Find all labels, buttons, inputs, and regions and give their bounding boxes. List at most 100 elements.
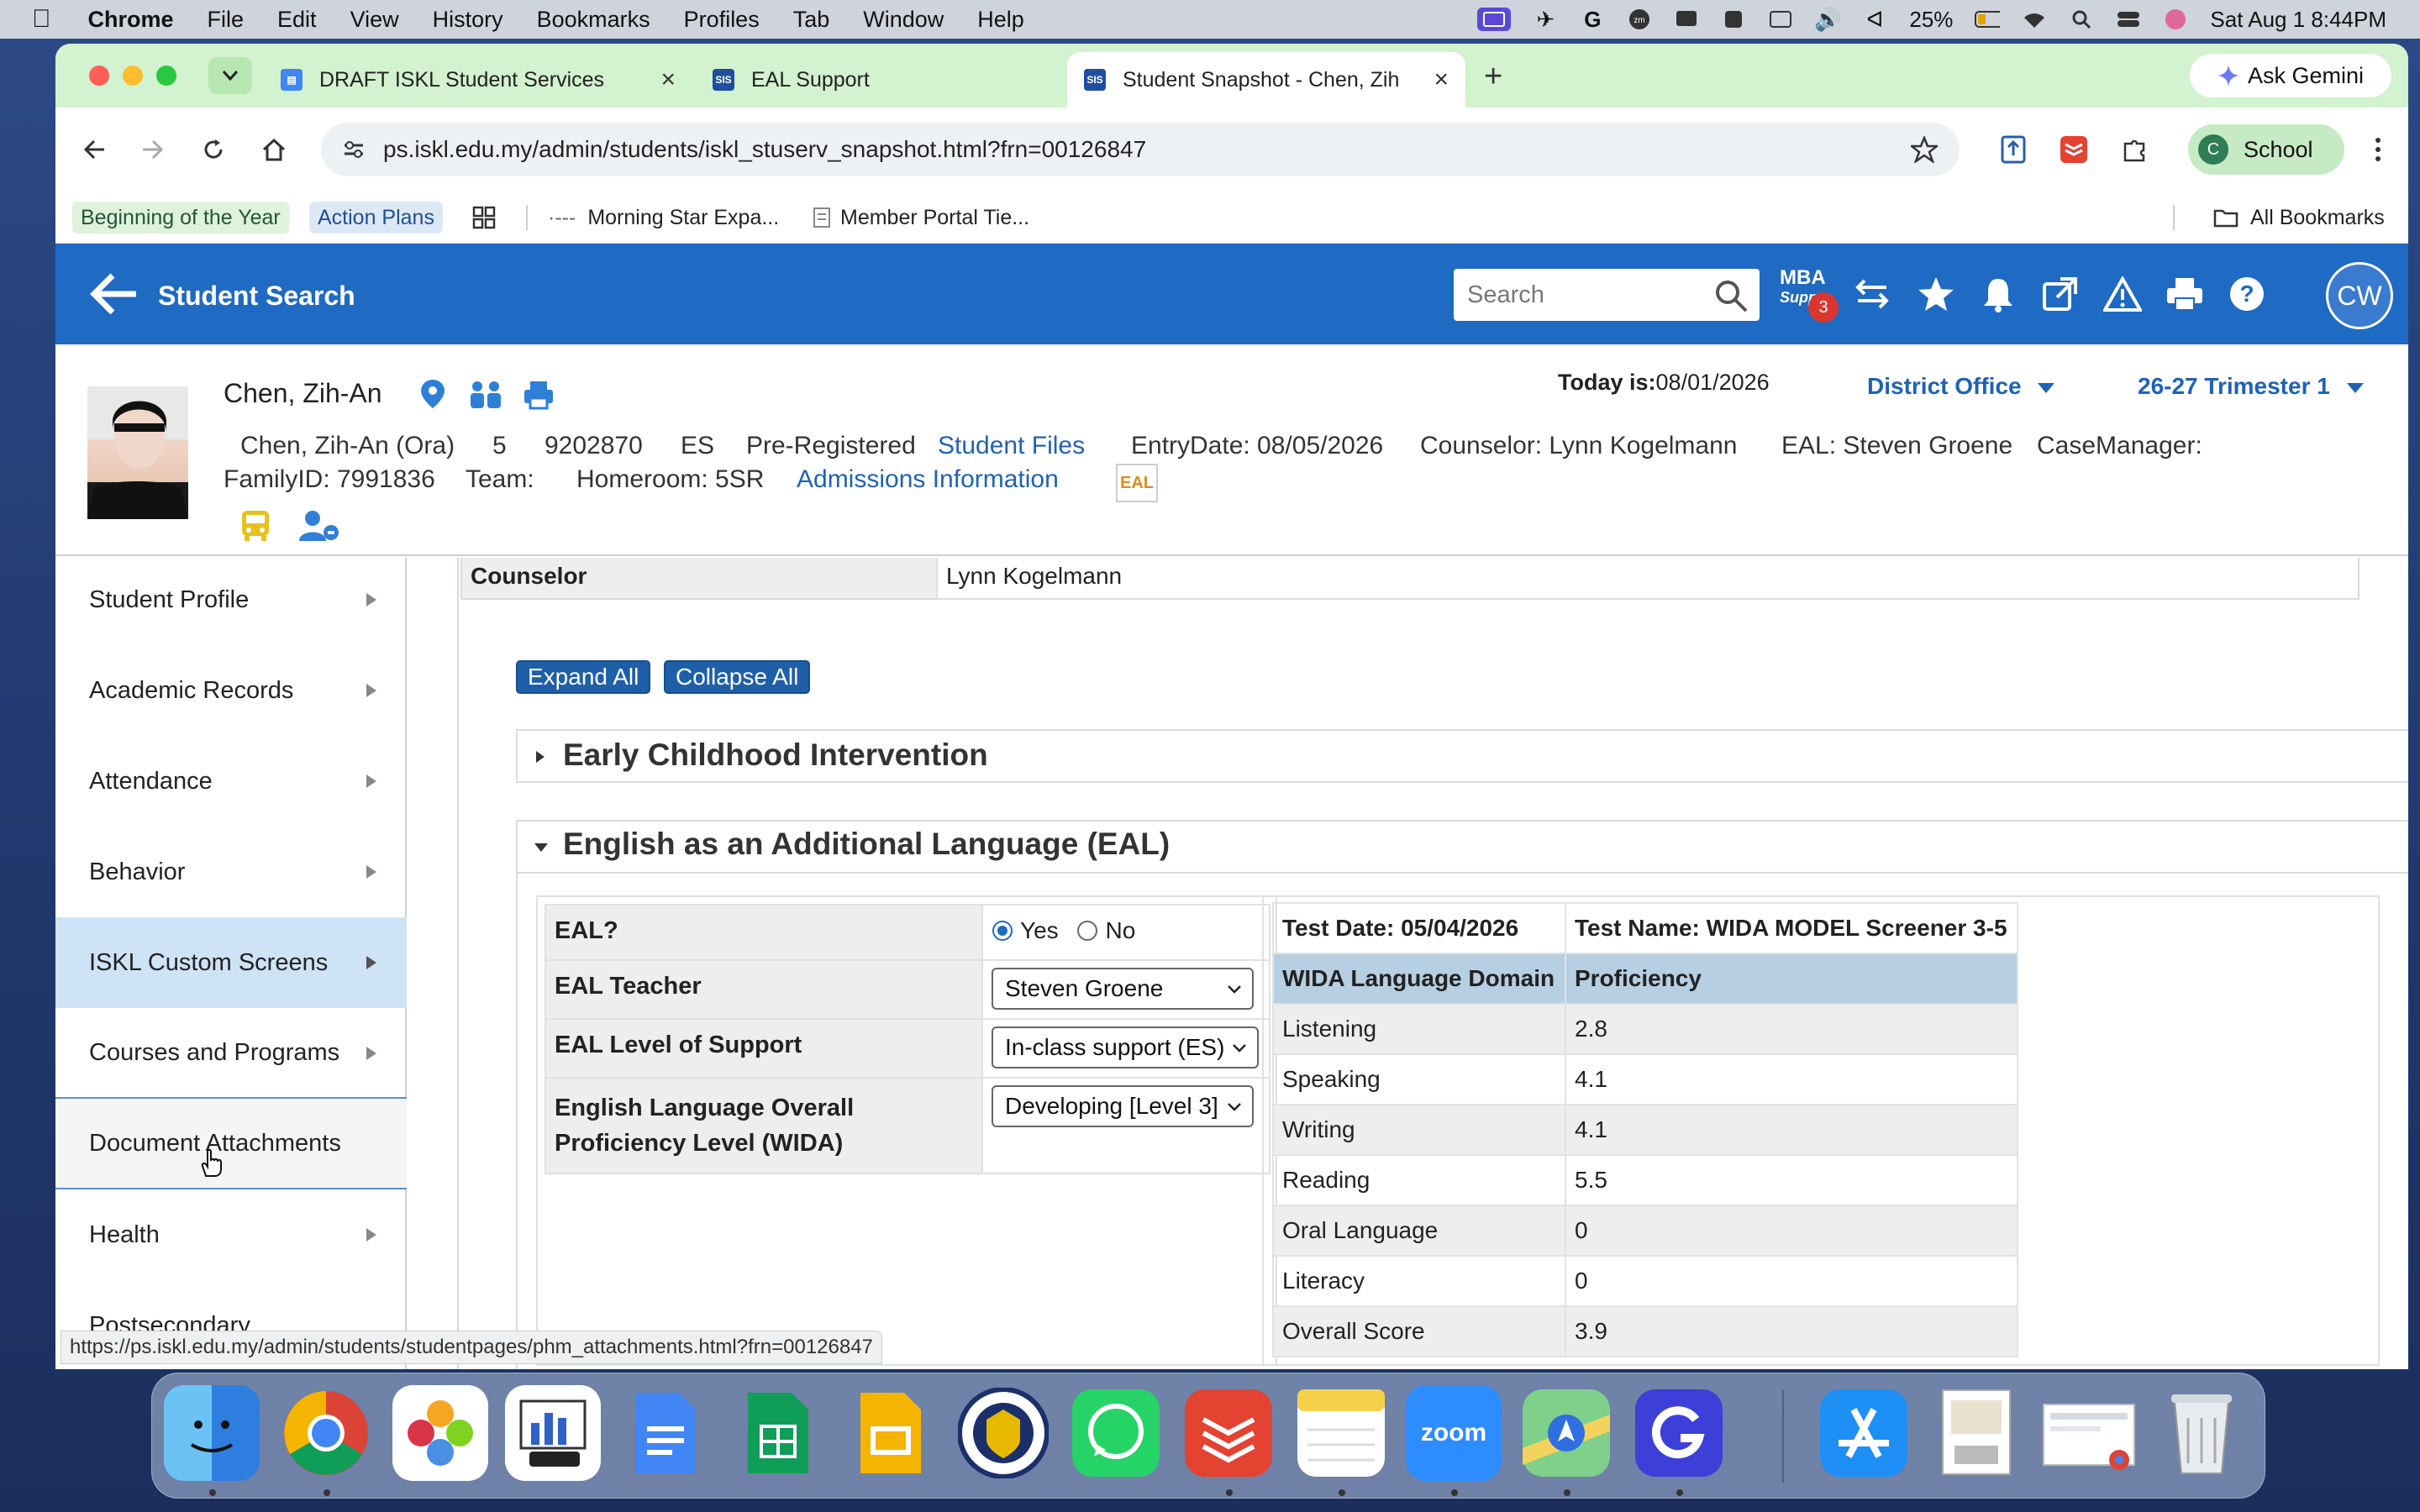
stack-menu-icon[interactable] [1721, 8, 1746, 31]
bookmark-beginning-of-year[interactable]: Beginning of the Year [72, 202, 289, 234]
open-external-icon[interactable] [2039, 272, 2082, 316]
bus-icon[interactable] [239, 509, 272, 543]
extension-upload-icon[interactable] [1996, 133, 2030, 166]
forward-icon[interactable] [136, 133, 170, 166]
expand-all-button[interactable]: Expand All [516, 660, 651, 694]
close-window-button[interactable] [89, 66, 109, 86]
alert-triangle-icon[interactable] [2101, 272, 2144, 316]
extensions-puzzle-icon[interactable] [2118, 133, 2151, 166]
eal-no-radio[interactable]: No [1076, 917, 1135, 944]
siri-icon[interactable] [2163, 8, 2188, 31]
district-dropdown[interactable]: District Office [1867, 373, 2055, 400]
message-menu-icon[interactable] [1674, 8, 1699, 31]
sidebar-item-health[interactable]: Health [55, 1189, 407, 1280]
screen-share-icon[interactable] [1477, 8, 1512, 31]
eal-teacher-select[interactable]: Steven Groene [992, 968, 1254, 1010]
page-title[interactable]: Student Search [158, 281, 355, 312]
google-slides-icon[interactable] [843, 1385, 939, 1481]
search-input[interactable]: Search [1454, 269, 1760, 321]
menu-clock[interactable]: Sat Aug 1 8:44PM [2210, 7, 2386, 33]
url-text[interactable]: ps.iskl.edu.my/admin/students/iskl_stuse… [383, 136, 1146, 163]
sidebar-item-behavior[interactable]: Behavior [55, 827, 407, 917]
tab-search-button[interactable] [208, 57, 252, 94]
keynote-icon[interactable] [505, 1385, 601, 1481]
bookmark-star-icon[interactable] [1911, 136, 1938, 163]
keyboard-menu-icon[interactable] [1768, 8, 1793, 31]
collapse-all-button[interactable]: Collapse All [664, 660, 811, 694]
whatsapp-icon[interactable] [1068, 1385, 1164, 1481]
reload-icon[interactable] [197, 133, 230, 166]
maps-icon[interactable] [1518, 1385, 1614, 1481]
spotlight-icon[interactable] [2069, 8, 2094, 31]
admissions-link[interactable]: Admissions Information [797, 465, 1059, 494]
pdf-document-icon[interactable] [1928, 1385, 2024, 1481]
bookmark-action-plans[interactable]: Action Plans [309, 202, 443, 234]
trash-icon[interactable] [2154, 1385, 2249, 1481]
notes-icon[interactable] [1293, 1385, 1389, 1481]
grammarly-icon[interactable] [1631, 1385, 1727, 1481]
eal-support-select[interactable]: In-class support (ES) [992, 1026, 1259, 1068]
apps-grid-icon[interactable] [464, 202, 504, 234]
finder-icon[interactable] [164, 1385, 260, 1481]
home-icon[interactable] [257, 133, 291, 166]
new-tab-button[interactable]: + [1484, 59, 1502, 95]
sidebar-item-attendance[interactable]: Attendance [55, 736, 407, 827]
menu-file[interactable]: File [208, 7, 245, 33]
team-icon[interactable] [469, 380, 502, 410]
menu-view[interactable]: View [350, 7, 399, 33]
bluetooth-icon[interactable]: ᐊ [1862, 7, 1887, 32]
menu-help[interactable]: Help [977, 7, 1024, 33]
bookmark-member-portal[interactable]: Member Portal Tie... [805, 202, 1038, 234]
tab-draft-iskl[interactable]: ▤ DRAFT ISKL Student Services × [264, 52, 692, 108]
all-bookmarks-folder[interactable]: All Bookmarks [2205, 202, 2393, 234]
site-info-icon[interactable] [343, 140, 365, 159]
zoom-menu-icon[interactable]: zm [1627, 8, 1652, 31]
menu-profiles[interactable]: Profiles [684, 7, 760, 33]
iskl-crest-icon[interactable] [955, 1385, 1051, 1481]
notifications-bell-icon[interactable] [1976, 272, 2020, 316]
zoom-window-button[interactable] [156, 66, 176, 86]
profile-button[interactable]: C School [2188, 124, 2344, 175]
print-student-icon[interactable] [523, 380, 555, 410]
sidebar-item-academic-records[interactable]: Academic Records [55, 645, 407, 736]
menu-app-name[interactable]: Chrome [88, 7, 174, 33]
tab-eal-support[interactable]: SIS EAL Support × [696, 52, 1107, 108]
help-icon[interactable]: ? [2225, 272, 2269, 316]
minimize-window-button[interactable] [123, 66, 143, 86]
close-tab-icon[interactable]: × [660, 66, 676, 94]
search-icon[interactable] [1714, 279, 1748, 312]
todoist-extension-icon[interactable] [2057, 133, 2091, 166]
chrome-icon[interactable] [278, 1385, 374, 1481]
sidebar-item-document-attachments[interactable]: Document Attachments [55, 1099, 407, 1189]
ask-gemini-button[interactable]: Ask Gemini [2190, 54, 2391, 97]
user-avatar[interactable]: CW [2326, 262, 2393, 329]
contact-person-icon[interactable] [297, 509, 341, 543]
menu-bookmarks[interactable]: Bookmarks [537, 7, 650, 33]
menu-tab[interactable]: Tab [793, 7, 830, 33]
menu-history[interactable]: History [433, 7, 503, 33]
eal-yes-radio[interactable]: Yes [992, 917, 1059, 944]
bookmark-morning-star[interactable]: ·--- Morning Star Expa... [539, 202, 787, 234]
term-dropdown[interactable]: 26-27 Trimester 1 [2138, 373, 2364, 400]
todoist-icon[interactable] [1181, 1385, 1276, 1481]
photos-icon[interactable] [392, 1385, 488, 1481]
zoom-icon[interactable]: zoom [1406, 1385, 1502, 1481]
section-early-childhood[interactable]: Early Childhood Intervention [516, 729, 2408, 783]
student-files-link[interactable]: Student Files [938, 432, 1085, 460]
google-docs-icon[interactable] [618, 1385, 713, 1481]
menu-window[interactable]: Window [863, 7, 944, 33]
grammarly-menu-icon[interactable]: G [1580, 7, 1605, 32]
location-pin-icon[interactable] [418, 378, 447, 410]
mba-support-button[interactable]: MBA Suppo 3 [1780, 267, 1840, 323]
volume-icon[interactable]: 🔊 [1814, 7, 1841, 32]
sidebar-item-courses-programs[interactable]: Courses and Programs [55, 1008, 407, 1099]
close-tab-icon[interactable]: × [1434, 66, 1449, 94]
screenshot-icon[interactable] [2041, 1385, 2137, 1481]
sidebar-item-iskl-custom-screens[interactable]: ISKL Custom Screens [55, 917, 407, 1008]
control-center-icon[interactable] [2116, 8, 2141, 31]
swap-arrows-icon[interactable] [1850, 272, 1894, 316]
airplane-icon[interactable]: ✈ [1533, 7, 1558, 32]
back-icon[interactable] [77, 133, 111, 166]
eal-proficiency-select[interactable]: Developing [Level 3] [992, 1085, 1254, 1127]
battery-icon[interactable] [1975, 8, 2001, 31]
